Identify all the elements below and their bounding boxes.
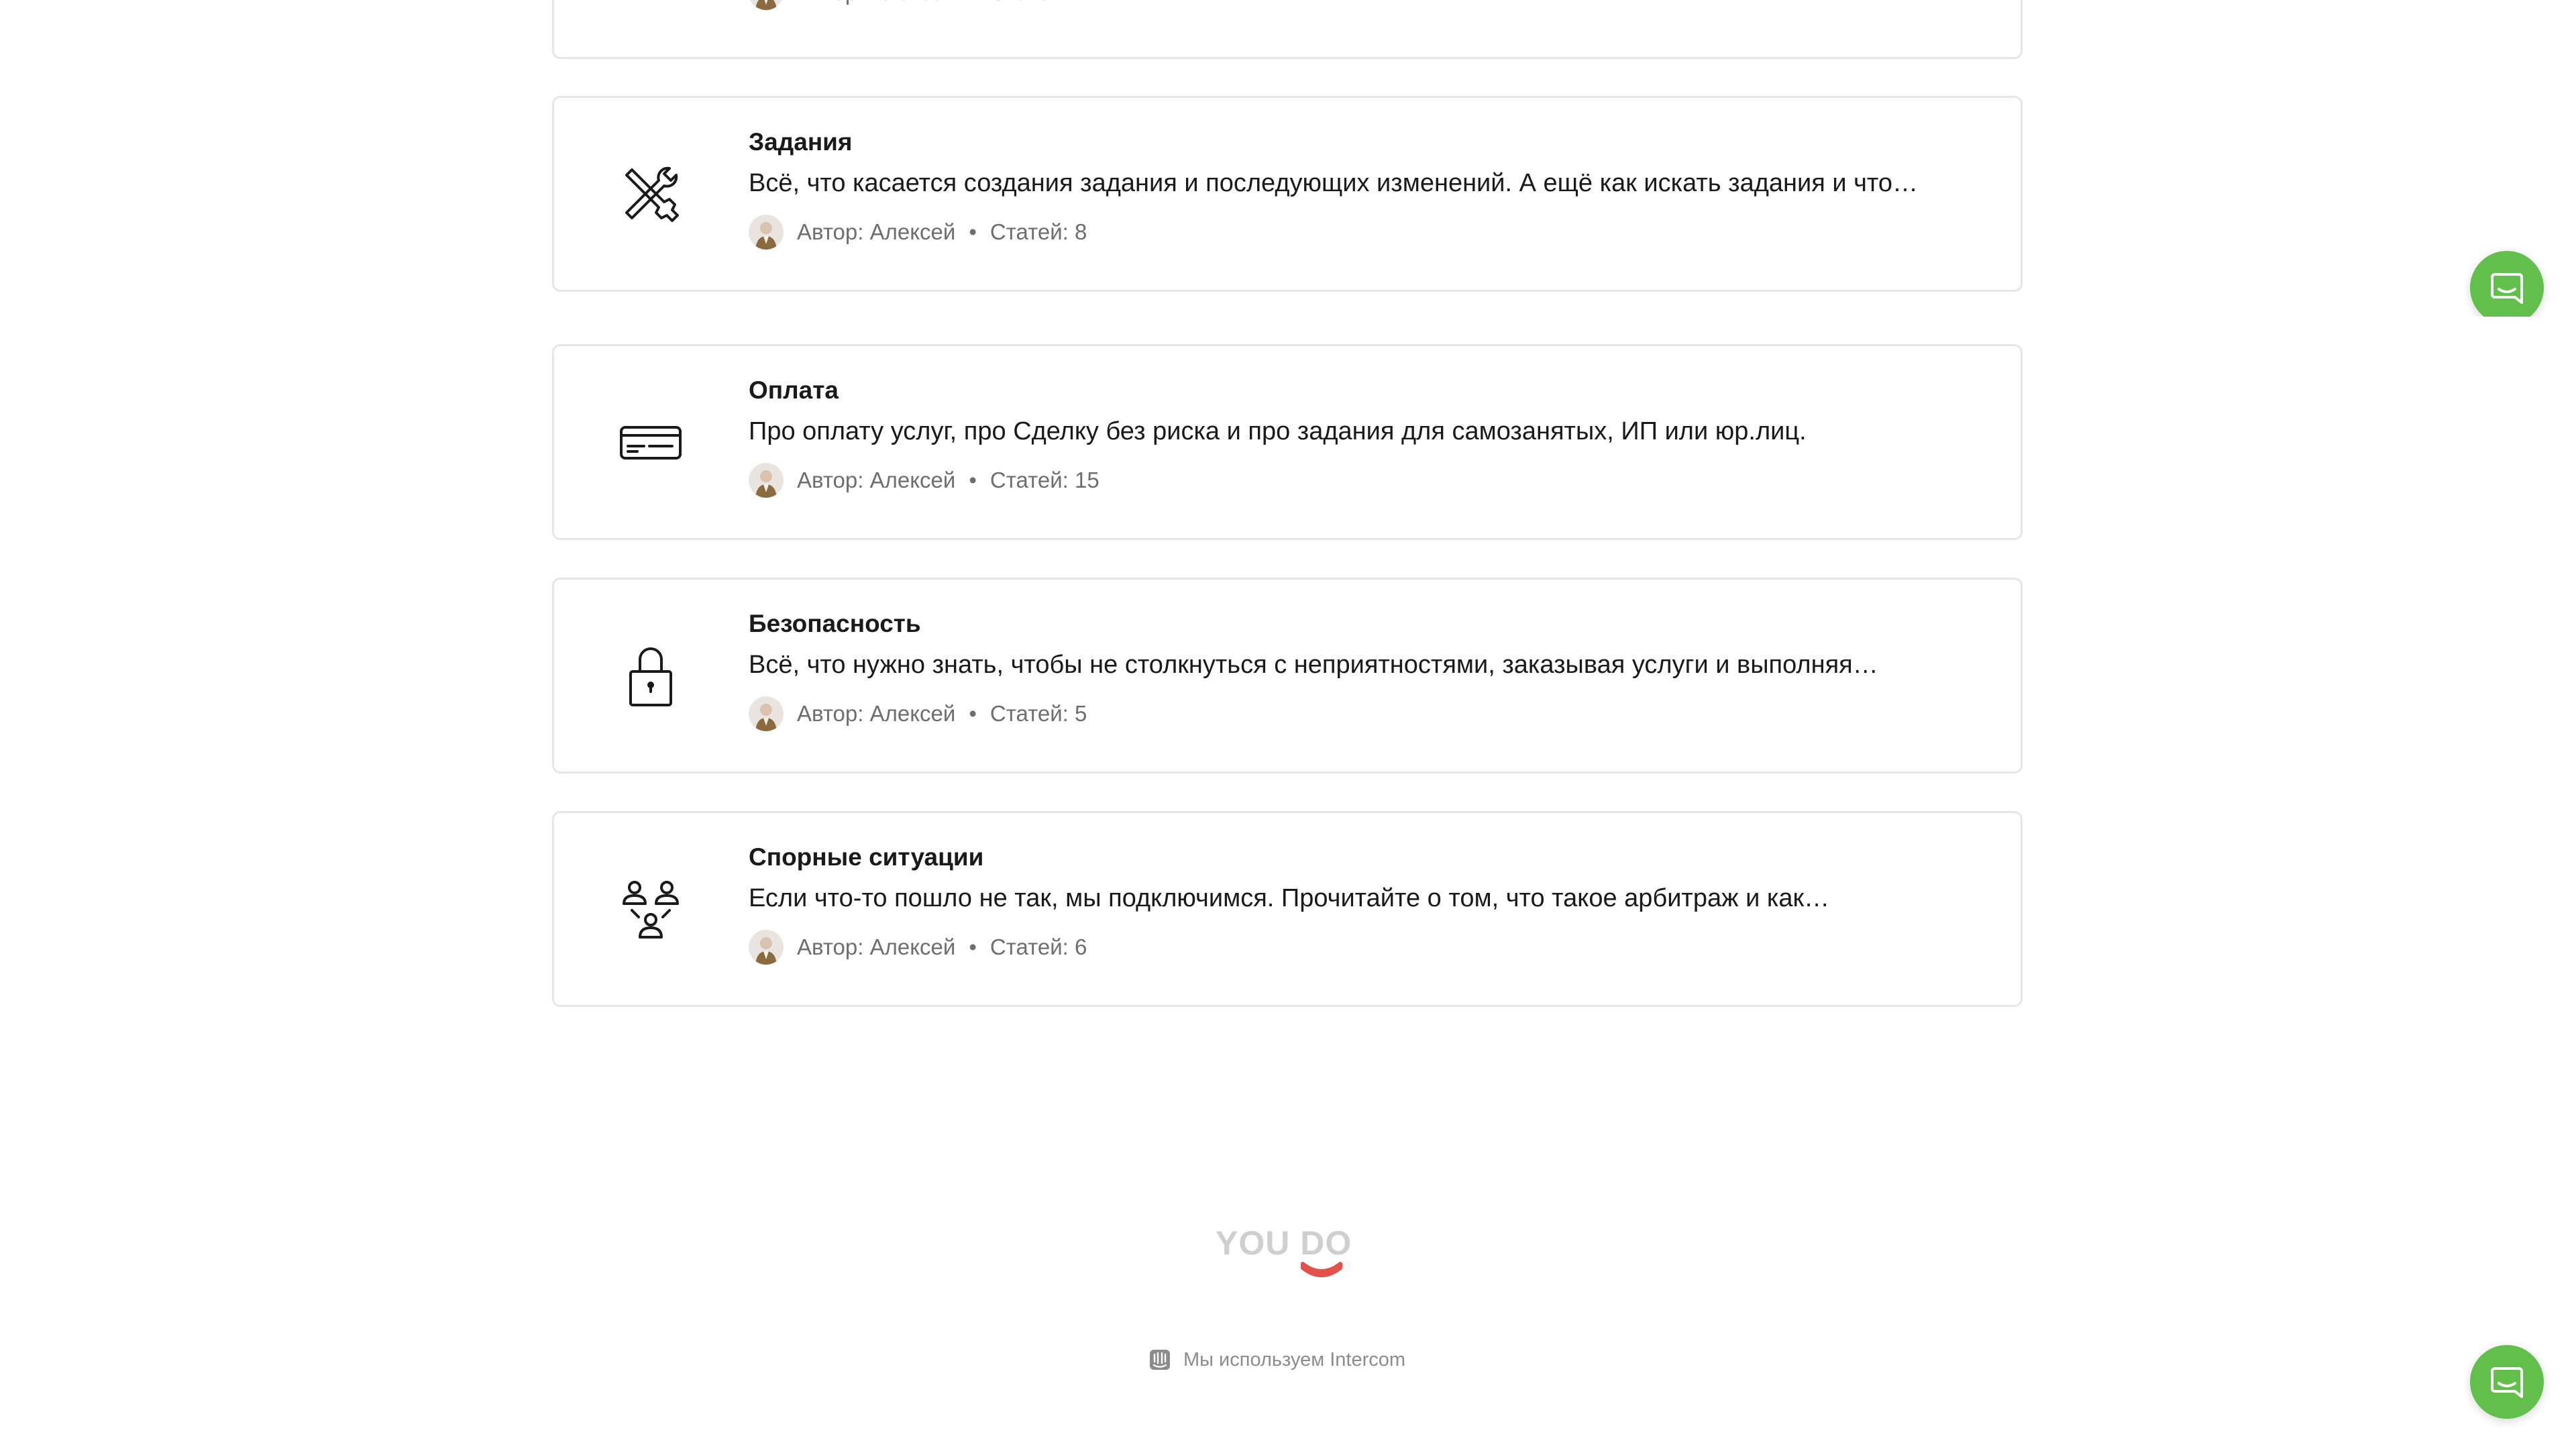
collection-card-tasks[interactable]: Задания Всё, что касается создания задан…	[552, 96, 2023, 292]
collection-meta: Автор: Алексей • Статей: 5	[749, 696, 1967, 731]
youdo-logo[interactable]: YOU DO	[1216, 1221, 1360, 1281]
wrench-screwdriver-icon	[613, 156, 688, 231]
collection-card[interactable]: Автор: Алексей • Статей: 12	[552, 0, 2023, 59]
collection-author: Автор: Алексей	[797, 934, 956, 959]
collection-card-payment[interactable]: Оплата Про оплату услуг, про Сделку без …	[552, 344, 2023, 540]
collection-author: Автор: Алексей	[797, 219, 956, 244]
collection-card-security[interactable]: Безопасность Всё, что нужно знать, чтобы…	[552, 578, 2023, 773]
chat-launcher-button[interactable]	[2470, 1345, 2544, 1419]
chat-icon	[2491, 273, 2523, 304]
meta-separator: •	[969, 701, 977, 726]
help-center-page: Автор: Алексей • Статей: 12 Задания Всё,…	[0, 0, 2576, 1449]
collection-article-count: Статей: 5	[989, 701, 1087, 726]
meta-separator: •	[969, 0, 977, 9]
collection-description: Если что-то пошло не так, мы подключимся…	[749, 884, 1830, 912]
intercom-icon	[1150, 1350, 1170, 1370]
author-avatar	[749, 930, 784, 965]
collection-title: Оплата	[749, 376, 839, 404]
people-dispute-icon	[613, 871, 688, 947]
collection-title: Задания	[749, 128, 853, 156]
author-avatar	[749, 0, 784, 10]
intercom-link[interactable]: Мы используем Intercom	[1148, 1345, 1405, 1375]
collection-description: Всё, что касается создания задания и пос…	[749, 169, 1919, 197]
collection-article-count: Статей: 8	[989, 219, 1087, 244]
intercom-note: Мы используем Intercom	[1183, 1348, 1406, 1371]
collection-author: Автор: Алексей	[797, 0, 955, 9]
collection-meta: Автор: Алексей • Статей: 12	[749, 0, 1967, 10]
chat-icon	[2491, 1367, 2523, 1398]
collection-title: Спорные ситуации	[749, 843, 984, 871]
logo-smile-icon	[1301, 1262, 1342, 1277]
collection-meta: Автор: Алексей • Статей: 6	[749, 930, 1967, 965]
meta-separator: •	[969, 219, 977, 244]
padlock-icon	[613, 638, 688, 713]
collection-description: Про оплату услуг, про Сделку без риска и…	[749, 417, 1807, 445]
collection-description: Всё, что нужно знать, чтобы не столкнуть…	[749, 651, 1878, 679]
collection-article-count: Статей: 15	[989, 468, 1099, 492]
collection-article-count: Статей: 12	[990, 0, 1099, 9]
collection-card-disputes[interactable]: Спорные ситуации Если что-то пошло не та…	[552, 811, 2023, 1007]
author-avatar	[749, 696, 784, 731]
chat-launcher-clipped	[2455, 241, 2576, 317]
author-avatar	[749, 463, 784, 498]
collection-author: Автор: Алексей	[797, 468, 956, 492]
collection-meta: Автор: Алексей • Статей: 15	[749, 463, 1967, 498]
meta-separator: •	[969, 934, 977, 959]
collection-author: Автор: Алексей	[797, 701, 956, 726]
meta-separator: •	[969, 468, 977, 492]
chat-launcher-button[interactable]	[2470, 251, 2544, 317]
collection-article-count: Статей: 6	[989, 934, 1087, 959]
author-avatar	[749, 215, 784, 250]
collection-title: Безопасность	[749, 610, 921, 637]
credit-card-icon	[613, 405, 688, 480]
logo-text: YOU DO	[1216, 1224, 1352, 1262]
collection-meta: Автор: Алексей • Статей: 8	[749, 215, 1967, 250]
